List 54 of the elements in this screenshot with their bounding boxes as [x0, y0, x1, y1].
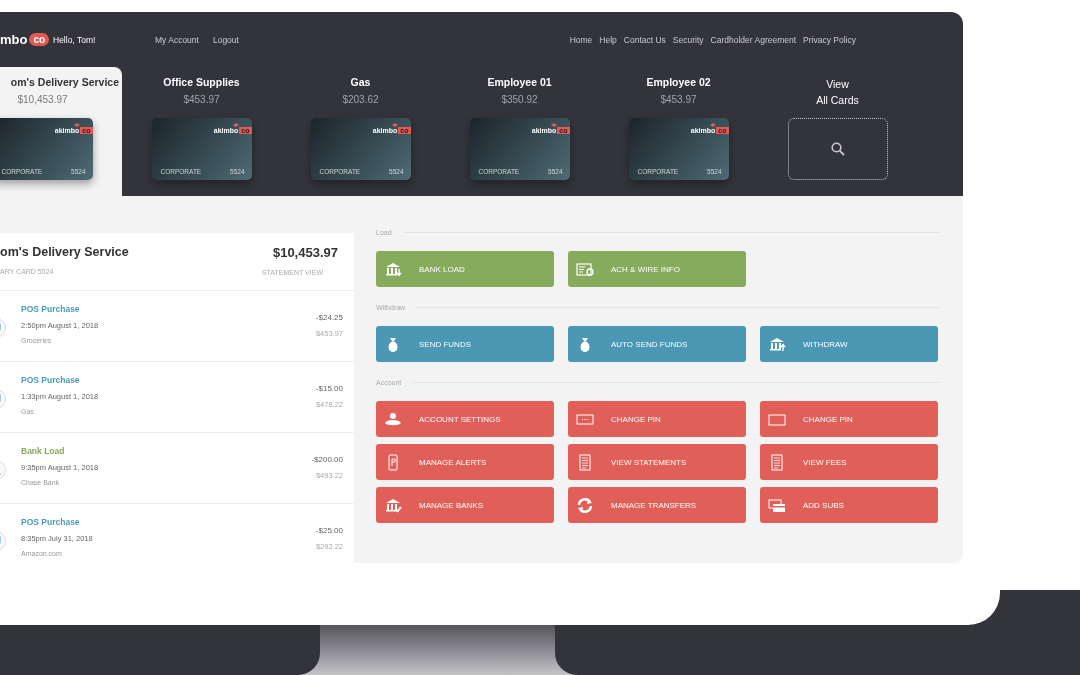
logo-icon [73, 123, 80, 127]
logo-icon [550, 123, 557, 127]
logo-icon [709, 123, 716, 127]
view-all-label: View [826, 77, 849, 92]
logo-icon [232, 123, 239, 127]
card-name: Employee 02 [646, 76, 711, 88]
transaction-title: POS Purchase [21, 517, 81, 527]
nav-link[interactable]: Cardholder Agreement [710, 34, 797, 45]
nav-link[interactable]: Home [569, 34, 593, 45]
card-balance: $203.62 [342, 94, 379, 105]
view-all-label: All Cards [816, 93, 859, 108]
logo-badge: co [29, 33, 50, 46]
action-button[interactable]: VIEW FEES [760, 444, 938, 480]
transaction-title: POS Purchase [21, 375, 81, 385]
action-button[interactable]: VIEW STATEMENTS [568, 444, 746, 480]
nav-link[interactable]: Contact Us [623, 34, 666, 45]
action-button[interactable]: CHANGE PIN [568, 401, 746, 437]
greeting: Hello, Tom! [53, 34, 97, 45]
card-balance: $350.92 [501, 94, 538, 105]
action-button[interactable]: MANAGE BANKS [376, 487, 554, 523]
card-name: Gas [350, 76, 371, 88]
card-balance: $453.97 [183, 94, 220, 105]
action-button[interactable]: ACCOUNT SETTINGS [376, 401, 554, 437]
transaction-title: POS Purchase [21, 304, 81, 314]
nav-link[interactable]: Privacy Policy [803, 34, 856, 45]
logo-text: mbo [0, 32, 28, 47]
card-name: Office Supplies [163, 76, 240, 88]
action-button[interactable]: MANAGE TRANSFERS [568, 487, 746, 523]
transaction-amount: -$25.00 [315, 526, 343, 535]
search-icon [830, 142, 845, 156]
document-icon [576, 260, 594, 278]
nav-link[interactable]: Security [672, 34, 704, 45]
document-icon [576, 453, 594, 471]
account-balance: $10,453.97 [272, 245, 338, 260]
transaction-amount: -$24.25 [315, 313, 343, 322]
transaction-amount: -$15.00 [315, 384, 343, 393]
document-icon [768, 453, 786, 471]
nav-link[interactable]: Logout [212, 34, 239, 45]
action-button[interactable]: CHANGE PIN [760, 401, 938, 437]
card-name: om's Delivery Service [10, 76, 119, 88]
transaction-title: Bank Load [21, 446, 66, 456]
action-button[interactable]: ADD SUBS [760, 487, 938, 523]
nav-link[interactable]: My Account [155, 34, 199, 45]
cards-icon [768, 496, 786, 514]
refresh-icon [576, 496, 594, 514]
account-title: om's Delivery Service [0, 245, 129, 259]
nav-link[interactable]: Help [599, 34, 617, 45]
transaction-amount: -$200.00 [311, 455, 343, 464]
card-balance: $453.97 [660, 94, 697, 105]
person-icon [384, 410, 402, 428]
card-balance: $10,453.97 [17, 94, 68, 105]
logo-icon [391, 123, 398, 127]
card-name: Employee 01 [487, 76, 552, 88]
action-button[interactable]: MANAGE ALERTS [376, 444, 554, 480]
